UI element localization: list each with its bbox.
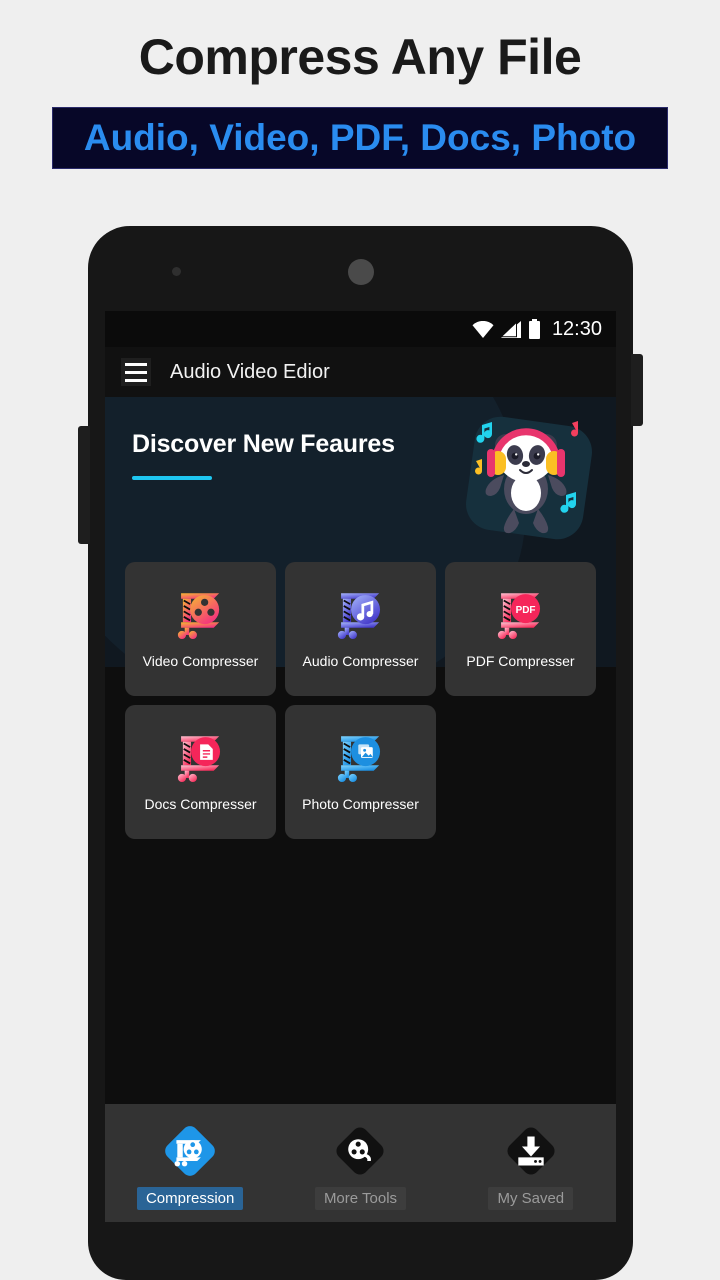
card-video-compresser[interactable]: Video Compresser [125,562,276,696]
card-docs-compresser[interactable]: Docs Compresser [125,705,276,839]
svg-text:PDF: PDF [515,605,535,616]
phone-front-camera [348,259,374,285]
phone-screen: 12:30 Audio Video Edior Discover New Fea… [105,311,616,1222]
card-label: PDF Compresser [466,652,575,669]
bottom-navigation: Compression More Tools My Saved [105,1104,616,1222]
banner-heading: Discover New Feaures [132,430,395,458]
my-saved-icon [507,1127,555,1175]
card-label: Photo Compresser [302,795,419,812]
app-title: Audio Video Edior [170,360,330,383]
card-label: Audio Compresser [302,652,419,669]
phone-power-button[interactable] [631,354,643,426]
banner-accent-underline [132,476,212,480]
compression-icon [165,1126,215,1176]
more-tools-icon [336,1127,385,1175]
nav-item-compression[interactable]: Compression [115,1122,265,1210]
pdf-compress-icon: PDF [497,592,540,639]
panda-headphones-icon [454,403,604,553]
phone-volume-button[interactable] [78,426,90,544]
status-bar-time: 12:30 [551,317,602,340]
promo-title: Compress Any File [138,29,582,85]
photo-compress-icon [337,735,380,782]
card-label: Docs Compresser [144,795,257,812]
tool-grid-row-2: Docs Compresser Photo Compresser [105,705,616,839]
promo-header: Compress Any File Audio, Video, PDF, Doc… [0,0,720,169]
status-bar: 12:30 [105,311,616,347]
card-label: Video Compresser [142,652,259,669]
nav-label: More Tools [314,1187,407,1210]
app-bar: Audio Video Edior [105,347,616,397]
nav-label: Compression [136,1187,244,1210]
battery-icon [528,319,540,339]
card-audio-compresser[interactable]: Audio Compresser [285,562,436,696]
nav-item-more-tools[interactable]: More Tools [285,1122,435,1210]
docs-compress-icon [177,735,220,782]
video-compress-icon [177,592,219,639]
promo-subtitle-banner: Audio, Video, PDF, Docs, Photo [52,107,668,169]
hamburger-menu-icon[interactable] [121,358,151,386]
nav-item-my-saved[interactable]: My Saved [456,1122,606,1210]
card-photo-compresser[interactable]: Photo Compresser [285,705,436,839]
promo-subtitle: Audio, Video, PDF, Docs, Photo [83,117,637,158]
nav-label: My Saved [488,1187,574,1210]
audio-compress-icon [337,592,380,639]
tool-grid-row-1: Video Compresser Audio Compresser PDF PD… [105,562,616,696]
wifi-icon [472,320,494,338]
phone-sensor-dot [172,267,181,276]
signal-icon [500,320,521,338]
phone-mockup: 12:30 Audio Video Edior Discover New Fea… [78,226,643,1280]
card-pdf-compresser[interactable]: PDF PDF Compresser [445,562,596,696]
